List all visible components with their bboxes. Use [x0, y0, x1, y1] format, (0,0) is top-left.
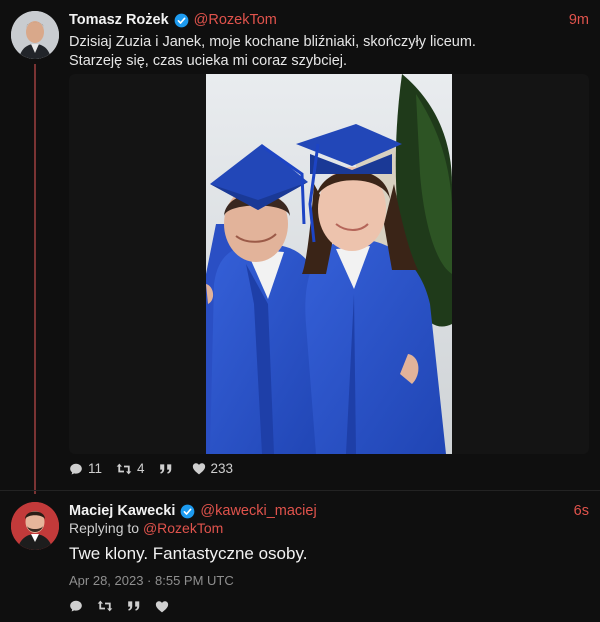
quote-stat[interactable] [159, 463, 178, 475]
verified-icon [174, 13, 189, 27]
tweet-text: Twe klony. Fantastyczne osoby. [69, 544, 308, 563]
reply-stat[interactable]: 11 [69, 461, 102, 476]
like-stat[interactable]: 233 [192, 461, 234, 476]
tweet-reply[interactable]: Maciej Kawecki @kawecki_maciej 6s Replyi… [0, 490, 600, 622]
retweet-button[interactable] [97, 599, 113, 613]
replying-handle[interactable]: @RozekTom [143, 520, 223, 536]
tweet-text-line: Starzeję się, czas ucieka mi coraz szybc… [69, 53, 348, 69]
like-icon [192, 463, 205, 475]
reply-icon [70, 463, 82, 475]
author-handle[interactable]: @RozekTom [194, 12, 277, 28]
reply-icon [70, 600, 82, 612]
author-name[interactable]: Maciej Kawecki [69, 503, 175, 519]
retweet-icon [116, 463, 132, 474]
avatar[interactable] [11, 11, 59, 59]
like-icon [155, 600, 169, 612]
tweet-media[interactable] [69, 74, 589, 454]
tweet-time[interactable]: 6s [574, 503, 589, 519]
tweet-text: Dzisiaj Zuzia i Janek, moje kochane bliź… [69, 33, 589, 71]
tweet-text-line: Dzisiaj Zuzia i Janek, moje kochane bliź… [69, 34, 476, 50]
avatar[interactable] [11, 502, 59, 550]
retweet-icon [97, 600, 113, 612]
quote-button[interactable] [127, 600, 141, 612]
quote-icon [159, 463, 171, 474]
graduation-photo[interactable] [206, 74, 452, 454]
like-button[interactable] [155, 600, 169, 613]
tweet-time[interactable]: 9m [569, 12, 589, 28]
tweet-original[interactable]: Tomasz Rożek @RozekTom 9m Dzisiaj Zuzia … [0, 0, 600, 494]
author-name[interactable]: Tomasz Rożek [69, 12, 169, 28]
quote-icon [128, 601, 140, 611]
reply-button[interactable] [69, 599, 83, 613]
tweet-actions [69, 599, 183, 613]
author-handle[interactable]: @kawecki_maciej [200, 503, 316, 519]
replying-prefix: Replying to [69, 520, 140, 536]
retweet-stat[interactable]: 4 [116, 461, 145, 476]
verified-icon [181, 504, 195, 518]
tweet-date[interactable]: Apr 28, 2023 · 8:55 PM UTC [69, 573, 234, 588]
retweet-count: 4 [137, 461, 145, 476]
tweet-stats: 11 4 233 [69, 461, 247, 476]
like-count: 233 [210, 461, 234, 476]
reply-count: 11 [88, 461, 103, 476]
replying-to: Replying to @RozekTom [69, 520, 223, 536]
thread-connector [34, 64, 36, 494]
